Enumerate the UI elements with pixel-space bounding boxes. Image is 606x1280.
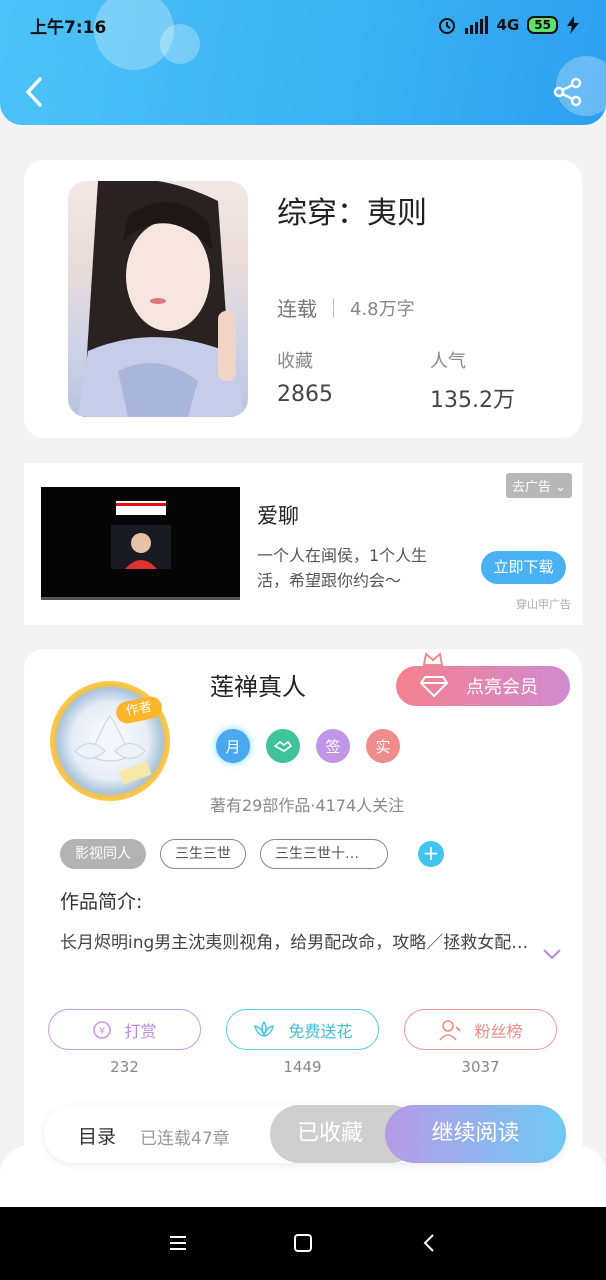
toc-button[interactable]: 目录 [78, 1122, 116, 1149]
handshake-badge-icon[interactable] [266, 729, 300, 763]
ad-source-label: 穿山甲广告 [516, 598, 571, 611]
status-icons: 4G 55 [437, 15, 580, 35]
tag-item[interactable]: 三生三世十… [260, 839, 388, 869]
author-badges: 月 签 实 [216, 729, 400, 763]
bottom-action-bar: 目录 已连载47章 已收藏 继续阅读 [44, 1105, 566, 1163]
handshake-icon [274, 740, 292, 752]
popularity-value: 135.2万 [430, 388, 515, 413]
favorites-label: 收藏 [277, 351, 313, 372]
reward-label: 打赏 [124, 1021, 157, 1041]
send-flower-button[interactable]: 免费送花 [226, 1009, 379, 1050]
ad-video-thumbnail[interactable] [41, 487, 240, 600]
collected-label: 已收藏 [296, 1121, 363, 1146]
signed-badge-icon[interactable]: 签 [316, 729, 350, 763]
charging-icon [567, 16, 579, 34]
favorites-value: 2865 [277, 382, 333, 407]
word-count: 4.8万字 [350, 298, 415, 320]
author-name[interactable]: 莲禅真人 [210, 667, 306, 702]
ad-thumbnail-image [111, 501, 171, 569]
network-type: 4G [496, 16, 520, 34]
divider [333, 298, 334, 317]
alarm-icon [438, 18, 455, 34]
intro-label: 作品简介: [60, 891, 143, 913]
system-nav-bar [0, 1207, 606, 1280]
tag-list: 影视同人 三生三世 三生三世十… + [60, 839, 444, 869]
book-status-row: 连载 4.8万字 [277, 293, 415, 322]
book-info-card: 综穿：夷则 连载 4.8万字 收藏 2865 人气 135.2万 [24, 160, 582, 438]
book-cover[interactable] [68, 181, 248, 417]
home-icon[interactable] [291, 1231, 315, 1255]
intro-text: 长月烬明ing男主沈夷则视角，给男配改命，攻略／拯救女配… [60, 933, 529, 953]
ad-description: 一个人在闽侯，1个人生活，希望跟你约会～ [257, 546, 428, 590]
tag-item[interactable]: 影视同人 [60, 839, 146, 869]
remove-ad-label: 去广告 [511, 480, 551, 495]
battery-indicator: 55 [527, 16, 558, 34]
remove-ad-button[interactable]: 去广告 ⌄ [505, 473, 572, 498]
cover-illustration [78, 181, 243, 417]
expand-chevron-icon[interactable] [542, 947, 562, 961]
tag-item[interactable]: 三生三世 [160, 839, 246, 869]
flower-count: 1449 [283, 1058, 322, 1076]
ad-banner[interactable]: 去广告 ⌄ 爱聊 一个人在闽侯，1个人生活，希望跟你约会～ 立即下载 穿山甲广告 [24, 463, 582, 625]
fans-rank-button[interactable]: 粉丝榜 [404, 1009, 557, 1050]
vip-button[interactable]: 点亮会员 [396, 666, 570, 706]
chapter-count: 已连载47章 [140, 1129, 230, 1149]
top-header: 上午7:16 4G 55 [0, 0, 606, 125]
coin-icon: ¥ [93, 1020, 112, 1039]
popularity-label: 人气 [430, 351, 466, 372]
crown-icon [422, 652, 444, 666]
vip-label: 点亮会员 [466, 677, 538, 698]
verified-badge-icon[interactable]: 实 [366, 729, 400, 763]
menu-icon[interactable] [166, 1231, 190, 1255]
send-flower-label: 免费送花 [288, 1021, 353, 1041]
author-stats: 著有29部作品·4174人关注 [210, 796, 405, 815]
status-bar: 上午7:16 4G 55 [30, 10, 580, 40]
share-button[interactable] [552, 76, 584, 108]
chevron-down-icon: ⌄ [555, 480, 566, 495]
back-nav-icon[interactable] [418, 1231, 442, 1255]
user-icon [439, 1019, 462, 1041]
svg-text:¥: ¥ [99, 1026, 105, 1037]
add-tag-button[interactable]: + [418, 841, 444, 867]
continue-reading-button[interactable]: 继续阅读 [385, 1105, 566, 1163]
fans-rank-label: 粉丝榜 [474, 1021, 523, 1041]
serial-status: 连载 [277, 297, 317, 321]
ad-download-button[interactable]: 立即下载 [481, 551, 566, 584]
signal-icon [464, 16, 488, 34]
ad-title: 爱聊 [257, 504, 299, 528]
flower-icon [254, 1020, 275, 1037]
reward-count: 232 [110, 1058, 139, 1076]
book-title: 综穿：夷则 [277, 196, 427, 231]
reward-button[interactable]: ¥ 打赏 [48, 1009, 201, 1050]
diamond-icon [420, 676, 448, 697]
monthly-badge-icon[interactable]: 月 [216, 729, 250, 763]
back-button[interactable] [20, 75, 50, 109]
fans-count: 3037 [461, 1058, 500, 1076]
status-time: 上午7:16 [30, 17, 107, 38]
